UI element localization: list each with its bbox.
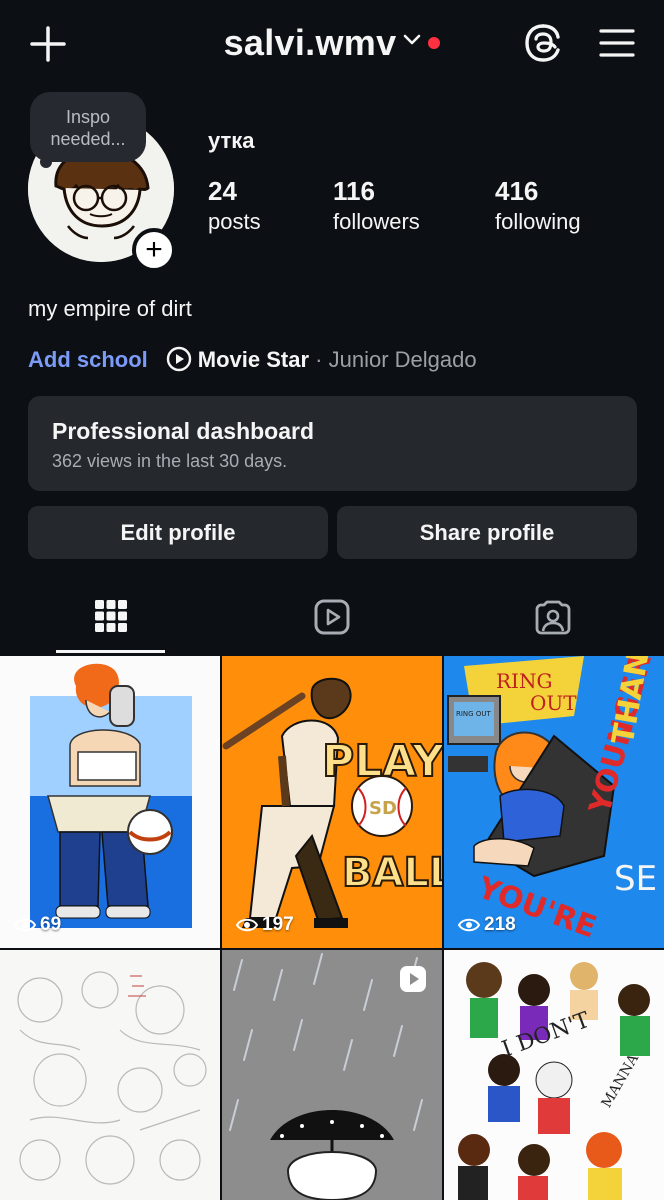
music-song-title[interactable]: Movie Star xyxy=(198,347,309,372)
chevron-down-icon[interactable] xyxy=(402,33,422,52)
stat-posts[interactable]: 24 posts xyxy=(208,176,261,235)
display-name: утка xyxy=(208,128,255,153)
reel-icon xyxy=(398,964,428,994)
share-profile-button[interactable]: Share profile xyxy=(337,506,637,559)
post-art-text: BALL xyxy=(342,850,442,896)
note-text: Inspo needed... xyxy=(50,107,126,149)
posts-grid: 69 PLAY SD BALL 197 RING OUT RING OUT YO… xyxy=(0,656,664,1200)
post-views-count: 197 xyxy=(262,914,294,935)
post-thumbnail[interactable]: RING OUT RING OUT YOUNGER THAN YOU'RE SE… xyxy=(444,656,664,948)
post-thumbnail[interactable] xyxy=(222,950,442,1200)
notification-dot xyxy=(428,37,441,49)
reels-icon xyxy=(313,598,351,641)
dashboard-title: Professional dashboard xyxy=(52,418,315,444)
play-circle-icon[interactable] xyxy=(166,346,192,378)
stat-posts-count: 24 xyxy=(208,176,237,206)
music-artist[interactable]: Junior Delgado xyxy=(329,347,477,372)
note-bubble[interactable]: Inspo needed... xyxy=(30,92,146,162)
grid-icon xyxy=(93,598,129,639)
post-thumbnail[interactable]: PLAY SD BALL 197 xyxy=(222,656,442,948)
stat-following-label: following xyxy=(495,209,581,234)
threads-icon[interactable] xyxy=(522,22,564,64)
post-art-text: RING xyxy=(496,669,552,693)
stat-following[interactable]: 416 following xyxy=(495,176,581,235)
post-views: 218 xyxy=(458,914,516,936)
post-art-text: SE xyxy=(614,859,657,899)
tab-reels[interactable] xyxy=(221,590,442,654)
add-school-link[interactable]: Add school xyxy=(28,347,148,372)
post-views-count: 218 xyxy=(484,914,516,935)
note-bubble-tail xyxy=(40,156,52,168)
edit-profile-button[interactable]: Edit profile xyxy=(28,506,328,559)
music-separator: · xyxy=(309,347,329,372)
tab-tagged[interactable] xyxy=(442,590,663,654)
post-views: 197 xyxy=(236,914,294,936)
stat-followers[interactable]: 116 followers xyxy=(333,176,420,235)
bio-text: my empire of dirt xyxy=(28,296,192,321)
tab-posts-grid[interactable] xyxy=(0,590,221,654)
username-title[interactable]: salvi.wmv xyxy=(224,22,397,63)
post-art-text: OUT xyxy=(530,691,577,715)
stat-followers-count: 116 xyxy=(333,176,375,206)
post-views: 69 xyxy=(14,914,61,936)
professional-dashboard-card[interactable]: Professional dashboard 362 views in the … xyxy=(28,396,637,491)
post-thumbnail[interactable]: I DON'T MANNA xyxy=(444,950,664,1200)
profile-header: salvi.wmv xyxy=(0,0,664,90)
account-switcher[interactable]: salvi.wmv xyxy=(0,22,664,64)
post-thumbnail[interactable]: 69 xyxy=(0,656,220,948)
profile-links-row: Add school Movie Star · Junior Delgado xyxy=(28,346,477,378)
dashboard-subtitle: 362 views in the last 30 days. xyxy=(52,451,288,471)
add-story-icon[interactable]: + xyxy=(132,228,176,272)
post-thumbnail[interactable] xyxy=(0,950,220,1200)
post-art-text: SD xyxy=(369,798,397,819)
stat-followers-label: followers xyxy=(333,209,420,234)
tagged-icon xyxy=(534,598,572,641)
stat-posts-label: posts xyxy=(208,209,261,234)
profile-tabs xyxy=(0,590,664,654)
post-art-text: RING OUT xyxy=(456,710,491,718)
active-tab-indicator xyxy=(56,650,165,653)
post-views-count: 69 xyxy=(40,914,62,935)
eye-icon xyxy=(14,918,36,932)
stat-following-count: 416 xyxy=(495,176,539,206)
eye-icon xyxy=(236,918,258,932)
menu-icon[interactable] xyxy=(598,26,636,60)
eye-icon xyxy=(458,918,480,932)
